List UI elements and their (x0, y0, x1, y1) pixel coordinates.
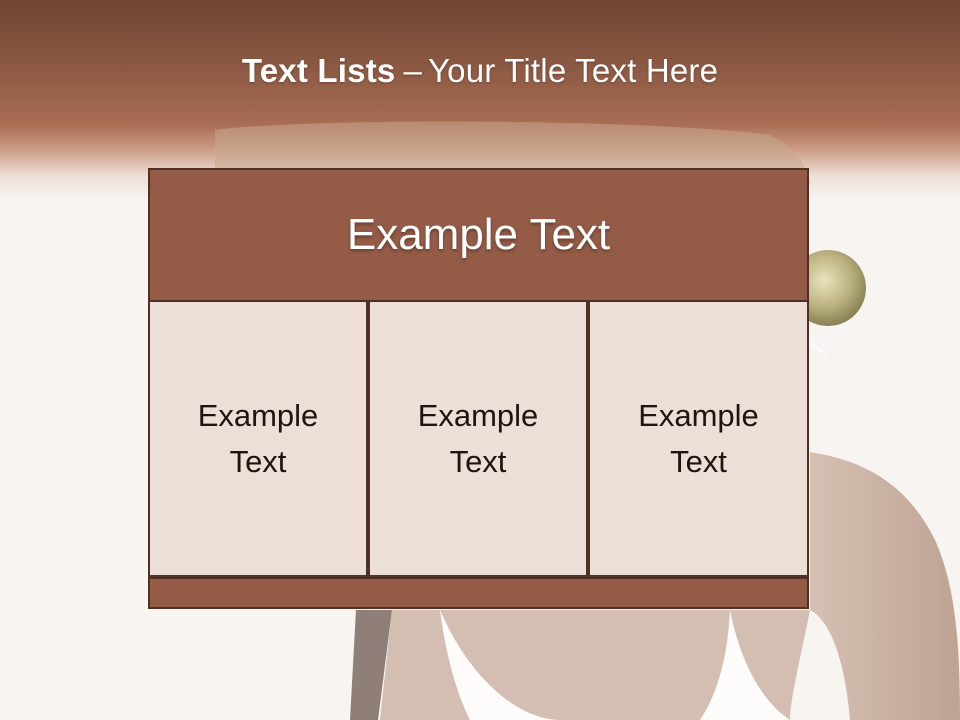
apple-stem (809, 341, 827, 356)
title-dash: – (403, 52, 422, 89)
diagram-footer-bar (148, 577, 809, 609)
diagram-cell-text: Example Text (417, 397, 539, 479)
diagram-header-box: Example Text (148, 168, 809, 302)
diagram-cell: Example Text (588, 300, 809, 577)
slide-title: Text Lists – Your Title Text Here (0, 52, 960, 90)
diagram-cell-text: Example Text (638, 397, 759, 479)
title-bold: Text Lists (241, 52, 396, 89)
title-text: Your Title Text Here (428, 52, 719, 89)
shoulder-shape (810, 452, 960, 720)
text-list-diagram: Example Text Example Text Example Text E… (148, 168, 809, 609)
diagram-cell: Example Text (148, 300, 368, 577)
diagram-cell: Example Text (368, 300, 588, 577)
diagram-header-text: Example Text (346, 210, 611, 259)
diagram-cell-text: Example Text (197, 397, 319, 479)
